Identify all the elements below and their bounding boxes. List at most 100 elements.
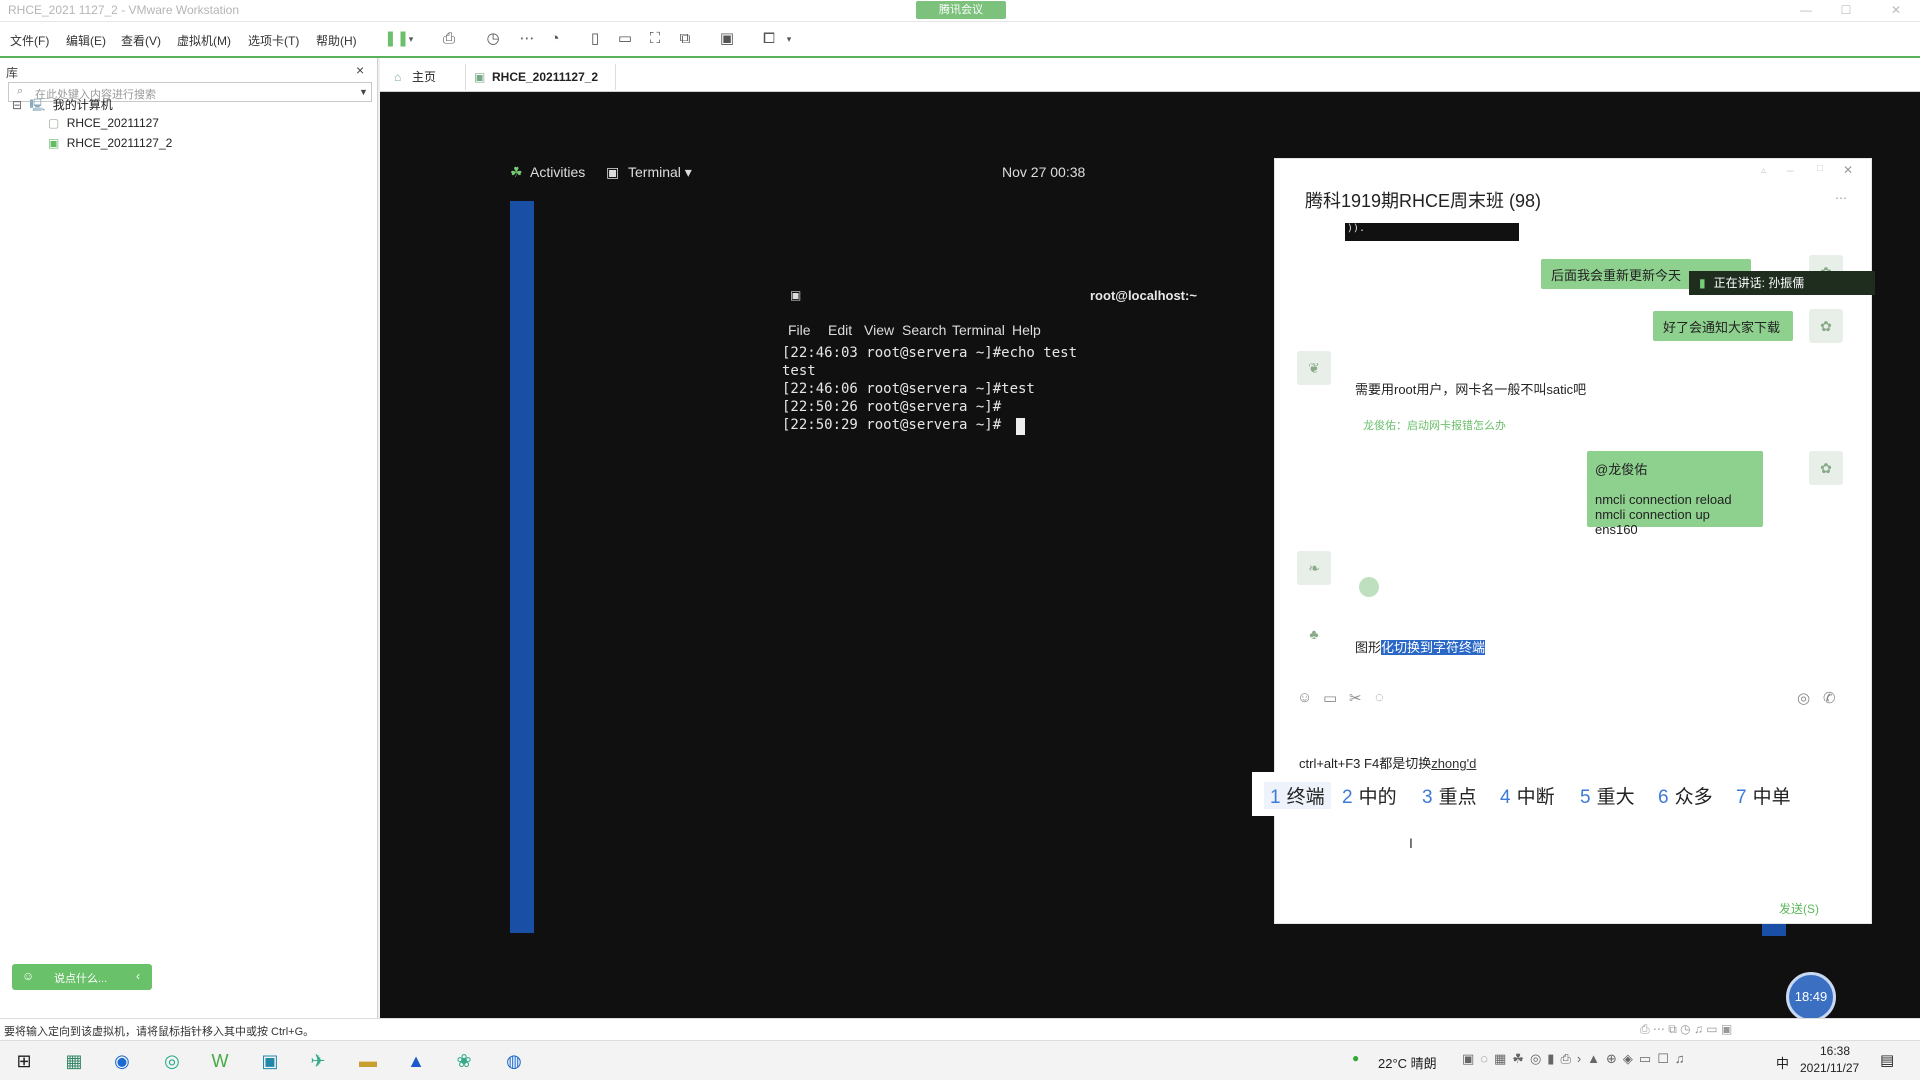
window-titlebar: RHCE_2021 1127_2 - VMware Workstation 腾讯… <box>0 0 1920 22</box>
message-image[interactable]: )). <box>1345 223 1519 241</box>
edge-icon[interactable]: ◉ <box>106 1047 138 1075</box>
message-text[interactable]: 图形化切换到字符终端 <box>1355 637 1486 656</box>
unity-icon[interactable]: ⧉ <box>676 30 694 48</box>
browser-icon[interactable]: ◎ <box>156 1047 188 1075</box>
menu-help[interactable]: 帮助(H) <box>316 32 357 49</box>
weather[interactable]: 22°C 晴朗 <box>1378 1053 1437 1072</box>
chevron-down-icon[interactable]: ▼ <box>359 87 368 97</box>
close-icon[interactable]: ✕ <box>1886 3 1906 17</box>
ime-candidate[interactable]: 5 重大 <box>1580 782 1635 809</box>
chevron-down-icon[interactable]: ▾ <box>402 30 420 48</box>
term-menu-terminal[interactable]: Terminal <box>952 322 1005 338</box>
chevron-down-icon[interactable]: ▾ <box>780 30 798 48</box>
meeting-tag[interactable]: 腾讯会议 <box>916 1 1006 19</box>
console-icon[interactable]: ▣ <box>718 30 736 48</box>
emoji-icon[interactable]: ☺ <box>1297 689 1312 706</box>
term-menu-search[interactable]: Search <box>902 322 946 338</box>
folder-icon[interactable]: ▬ <box>352 1047 384 1075</box>
send-keys-icon[interactable]: ⎙ <box>440 30 458 48</box>
qq-icon[interactable]: ❀ <box>448 1047 480 1075</box>
tree-expander[interactable]: ⊟ <box>12 98 22 112</box>
meeting-timer[interactable]: 18:49 <box>1786 972 1836 1022</box>
maximize-icon[interactable]: □ <box>1817 163 1823 174</box>
avatar[interactable]: ❧ <box>1297 551 1331 585</box>
chevron-left-icon[interactable]: ‹ <box>136 969 140 983</box>
snapshot-icon[interactable]: ◷ <box>484 30 502 48</box>
message-bubble-self[interactable]: 好了会通知大家下载 <box>1653 311 1793 341</box>
ime-candidate[interactable]: 3 重点 <box>1422 782 1477 809</box>
emoji-message[interactable] <box>1359 577 1379 597</box>
revert-snapshot-icon[interactable]: ⋯ <box>518 30 536 48</box>
photos-icon[interactable]: ▲ <box>400 1047 432 1075</box>
thumbnail-view-icon[interactable]: ▭ <box>616 30 634 48</box>
avatar[interactable]: ✿ <box>1809 309 1843 343</box>
computer-icon: 🖳 <box>29 98 46 112</box>
fullscreen-icon[interactable]: ⛶ <box>646 30 664 48</box>
app-menu[interactable]: Terminal ▾ <box>628 164 692 181</box>
message-prefix: 图形 <box>1355 640 1382 655</box>
quoted-message[interactable]: 龙俊佑：启动网卡报错怎么办 <box>1363 417 1506 433</box>
menu-edit[interactable]: 编辑(E) <box>66 32 106 49</box>
snapshot-manager-icon[interactable]: ◔ <box>546 30 564 48</box>
term-menu-view[interactable]: View <box>864 322 894 338</box>
tab-vm[interactable]: ▣ RHCE_20211127_2 <box>466 64 616 90</box>
globe-icon[interactable]: ◍ <box>498 1047 530 1075</box>
send-button[interactable]: 发送(S) <box>1779 900 1819 917</box>
tab-home[interactable]: ⌂ 主页 <box>386 64 466 90</box>
pin-icon[interactable]: ▵ <box>1761 165 1766 176</box>
minimize-icon[interactable]: – <box>1787 163 1794 177</box>
library-close-button[interactable]: × <box>356 62 364 78</box>
message-bubble-self[interactable]: @龙俊佑 nmcli connection reload nmcli conne… <box>1587 451 1763 537</box>
ime-candidate[interactable]: 6 众多 <box>1658 782 1713 809</box>
wps-icon[interactable]: W <box>204 1047 236 1075</box>
start-icon[interactable]: ⊞ <box>8 1047 40 1075</box>
tray-time[interactable]: 16:38 <box>1820 1044 1850 1058</box>
ime-candidate[interactable]: 1 终端 <box>1264 782 1331 809</box>
message-input[interactable]: ctrl+alt+F3 F4都是切换zhong'd <box>1299 753 1476 772</box>
tree-item-vm-1[interactable]: ▢ RHCE_20211127 <box>48 116 159 130</box>
chat-icon: ☺ <box>22 969 35 983</box>
term-menu-file[interactable]: File <box>788 322 811 338</box>
ime-candidate[interactable]: 4 中断 <box>1500 782 1555 809</box>
voice-icon[interactable]: ◎ <box>1797 689 1810 707</box>
more-icon[interactable]: ⋯ <box>1835 191 1847 205</box>
ime-candidate[interactable]: 2 中的 <box>1342 782 1397 809</box>
maximize-icon[interactable]: ☐ <box>1836 3 1856 17</box>
chat-history-icon[interactable]: ◌ <box>1375 689 1384 706</box>
term-menu-edit[interactable]: Edit <box>828 322 852 338</box>
meeting-chat-input[interactable]: ☺ 说点什么... ‹ <box>12 964 152 990</box>
folder-icon[interactable]: ▭ <box>1323 689 1337 707</box>
screenshot-icon[interactable]: ✂ <box>1349 689 1362 707</box>
menu-tabs[interactable]: 选项卡(T) <box>248 32 299 49</box>
clock[interactable]: Nov 27 00:38 <box>1002 164 1085 180</box>
pause-icon[interactable]: ❚❚ <box>384 30 409 48</box>
menu-file[interactable]: 文件(F) <box>10 32 49 49</box>
app-icon[interactable]: ▦ <box>58 1047 90 1075</box>
notification-icon[interactable]: ▤ <box>1880 1051 1894 1069</box>
avatar[interactable]: ♣ <box>1297 617 1331 651</box>
ime-indicator[interactable]: 中 <box>1776 1053 1789 1072</box>
minimize-icon[interactable]: — <box>1796 3 1816 17</box>
term-menu-help[interactable]: Help <box>1012 322 1041 338</box>
avatar[interactable]: ✿ <box>1809 451 1843 485</box>
message-text[interactable]: 需要用root用户，网卡名一般不叫satic吧 <box>1355 379 1586 398</box>
avatar[interactable]: ❦ <box>1297 351 1331 385</box>
terminal-app-icon: ▣ <box>606 164 620 180</box>
chat-app-icon[interactable]: ✈ <box>302 1047 334 1075</box>
activities-button[interactable]: Activities <box>530 164 585 180</box>
tree-item-my-computer[interactable]: ⊟ 🖳 我的计算机 <box>12 96 113 117</box>
library-view-icon[interactable]: ▯ <box>586 30 604 48</box>
call-icon[interactable]: ✆ <box>1823 689 1836 707</box>
tree-item-vm-2[interactable]: ▣ RHCE_20211127_2 <box>48 136 172 150</box>
tray-date[interactable]: 2021/11/27 <box>1800 1061 1859 1075</box>
ime-candidate[interactable]: 7 中单 <box>1736 782 1791 809</box>
gnome-top-bar: ☘ Activities ▣ Terminal ▾ Nov 27 00:38 <box>510 164 1100 188</box>
vm-icon: ▢ <box>48 116 60 130</box>
close-icon[interactable]: ✕ <box>1843 163 1853 177</box>
tray-icons[interactable]: ▣◌▦☘◎▮⎙›▲⊕◈▭☐♫ <box>1462 1051 1691 1067</box>
device-icons[interactable]: ⎙ ⋯ ⧉ ◷ ♫ ▭ ▣ <box>1640 1022 1732 1037</box>
vmware-icon[interactable]: ▣ <box>254 1047 286 1075</box>
menu-vm[interactable]: 虚拟机(M) <box>177 32 231 49</box>
stretch-view-icon[interactable]: ⧠ <box>760 30 778 48</box>
menu-view[interactable]: 查看(V) <box>121 32 161 49</box>
